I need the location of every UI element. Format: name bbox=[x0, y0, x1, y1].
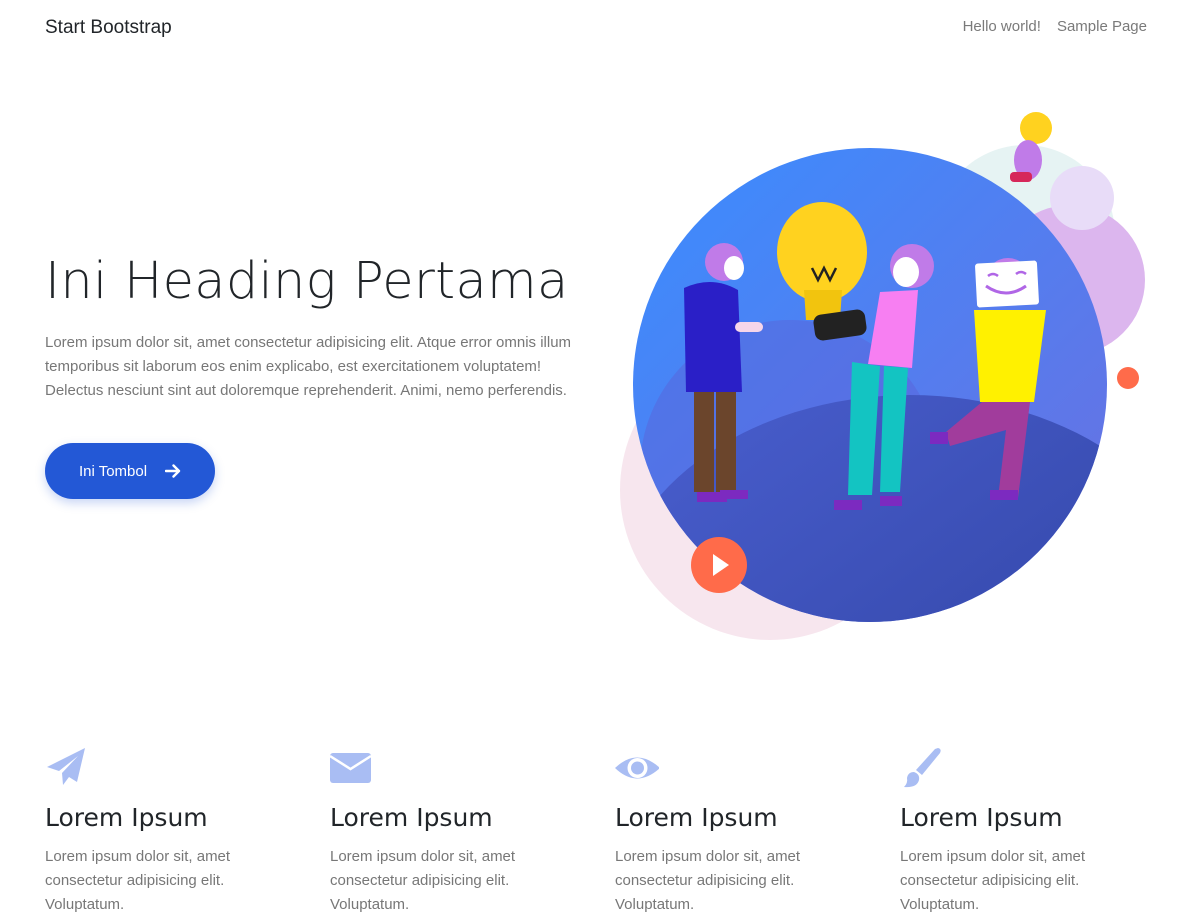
arrow-right-icon bbox=[165, 463, 181, 479]
feature-title: Lorem Ipsum bbox=[615, 803, 778, 832]
feature-title: Lorem Ipsum bbox=[45, 803, 208, 832]
feature-title: Lorem Ipsum bbox=[330, 803, 493, 832]
brand-link[interactable]: Start Bootstrap bbox=[45, 17, 172, 39]
bg-blob-lavender bbox=[1050, 166, 1114, 230]
hero-cta-label: Ini Tombol bbox=[78, 462, 148, 480]
nav-link-sample-page[interactable]: Sample Page bbox=[1057, 18, 1147, 35]
feature-text: Lorem ipsum dolor sit, amet consectetur … bbox=[330, 848, 516, 913]
hero-cta-button[interactable]: Ini Tombol bbox=[45, 443, 215, 499]
bg-dot-orange bbox=[1117, 367, 1139, 389]
hero-illustration bbox=[620, 112, 1145, 640]
nav-links: Hello world! Sample Page bbox=[963, 18, 1147, 35]
nav-link-hello-world[interactable]: Hello world! bbox=[963, 18, 1041, 35]
navbar: Start Bootstrap Hello world! Sample Page bbox=[0, 0, 1200, 56]
paint-brush-icon bbox=[904, 748, 941, 788]
envelope-icon bbox=[330, 753, 372, 783]
hero-title: Ini Heading Pertama bbox=[45, 252, 569, 311]
hero-description: Lorem ipsum dolor sit, amet consectetur … bbox=[45, 334, 572, 399]
feature-title: Lorem Ipsum bbox=[900, 803, 1063, 832]
feature-text: Lorem ipsum dolor sit, amet consectetur … bbox=[900, 848, 1086, 913]
paper-plane-icon bbox=[47, 748, 85, 785]
feature-text: Lorem ipsum dolor sit, amet consectetur … bbox=[615, 848, 801, 913]
eye-icon bbox=[615, 757, 659, 779]
play-button bbox=[691, 537, 747, 593]
feature-text: Lorem ipsum dolor sit, amet consectetur … bbox=[45, 848, 231, 913]
